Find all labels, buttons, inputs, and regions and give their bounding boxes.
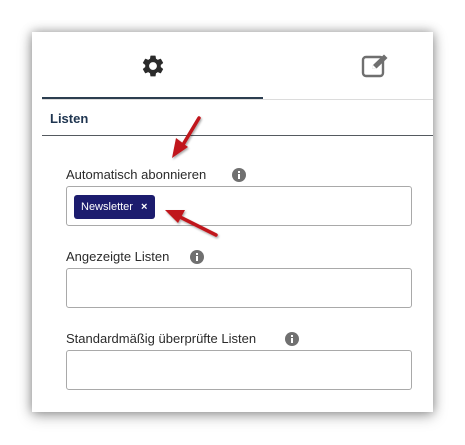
section-title: Listen xyxy=(50,111,89,126)
tab-settings[interactable] xyxy=(42,32,263,100)
section-header: Listen xyxy=(42,100,433,136)
edit-icon xyxy=(361,54,388,78)
displayed-lists-label: Angezeigte Listen xyxy=(66,249,170,264)
auto-subscribe-field[interactable]: Newsletter × xyxy=(66,186,412,226)
gear-icon xyxy=(142,55,163,77)
info-icon[interactable] xyxy=(285,332,299,346)
tab-edit[interactable] xyxy=(263,32,433,100)
default-checked-label: Standardmäßig überprüfte Listen xyxy=(66,331,257,346)
tag-label: Newsletter xyxy=(81,201,133,213)
auto-subscribe-label: Automatisch abonnieren xyxy=(66,167,207,182)
newsletter-tag: Newsletter × xyxy=(74,195,156,219)
info-icon[interactable] xyxy=(232,168,246,182)
tag-remove-button[interactable]: × xyxy=(141,201,147,213)
default-checked-field[interactable] xyxy=(66,350,412,390)
info-icon[interactable] xyxy=(190,250,204,264)
displayed-lists-field[interactable] xyxy=(66,268,412,308)
settings-panel: Listen Automatisch abonnieren Newsletter… xyxy=(32,32,433,412)
